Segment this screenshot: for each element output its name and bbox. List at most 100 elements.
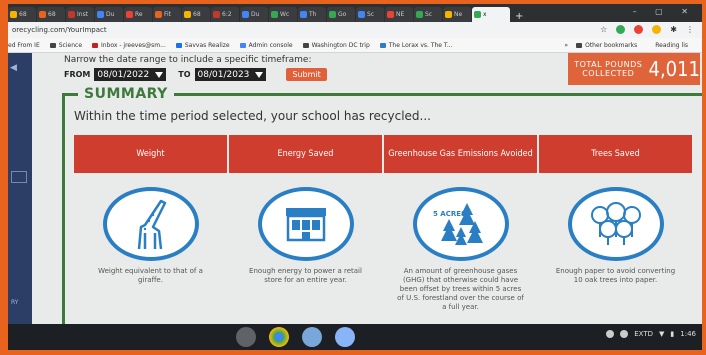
toolbar-icons: ☆ ✱ ⋮	[600, 25, 694, 34]
tab-favicon-icon	[39, 11, 46, 18]
launcher-icon[interactable]	[236, 327, 256, 347]
system-tray[interactable]: EXTD ▼ ▮ 1:46	[606, 330, 696, 338]
total-label-line2: COLLECTED	[582, 69, 635, 78]
tab-favicon-icon	[358, 11, 365, 18]
page-icon	[379, 42, 386, 48]
bookmark[interactable]: Washington DC trip	[302, 42, 370, 49]
ime-indicator[interactable]: EXTD	[634, 330, 653, 338]
tab-label: Sc	[367, 11, 375, 18]
impact-card-trees: Trees Saved Enough paper to avoid conver…	[539, 135, 692, 312]
browser-tab[interactable]: Re	[124, 7, 152, 22]
to-date-value: 08/01/2023	[197, 69, 250, 80]
bookmark[interactable]: Inbox - jreeves@sm...	[92, 42, 166, 49]
folder-icon	[49, 42, 56, 48]
date-range-instruction: Narrow the date range to include a speci…	[64, 55, 312, 65]
tab-favicon-icon	[474, 11, 481, 18]
tab-favicon-icon	[10, 11, 17, 18]
bookmark[interactable]: Savvas Realize	[175, 42, 230, 49]
tab-favicon-icon	[445, 11, 452, 18]
browser-tab[interactable]: Ne	[443, 7, 471, 22]
card-heading: Weight	[74, 135, 227, 173]
browser-tab[interactable]: NE	[385, 7, 413, 22]
bookmark-label: Admin console	[248, 41, 293, 49]
browser-tab[interactable]: Sc	[356, 7, 384, 22]
bookmark-label: Other bookmarks	[585, 41, 638, 49]
tab-favicon-icon	[329, 11, 336, 18]
to-label: TO	[178, 70, 191, 79]
tab-favicon-icon	[271, 11, 278, 18]
browser-tab-active[interactable]: x	[472, 7, 510, 22]
from-date-value: 08/01/2022	[97, 69, 150, 80]
nav-box[interactable]	[11, 171, 27, 183]
browser-tab[interactable]: Th	[298, 7, 326, 22]
chevron-down-icon	[155, 71, 164, 78]
tab-label: Ne	[454, 11, 463, 18]
bookmark[interactable]: Admin console	[239, 41, 293, 49]
bookmark[interactable]: The Lorax vs. The T...	[379, 42, 453, 49]
from-date-select[interactable]: 08/01/2022	[94, 68, 167, 81]
screen-capture-icon[interactable]	[606, 330, 615, 338]
window-controls[interactable]: – ▢ ✕	[633, 7, 696, 16]
star-icon[interactable]: ☆	[600, 25, 607, 34]
bookmark[interactable]: ed From IE	[8, 42, 40, 49]
impact-card-greenhouse: Greenhouse Gas Emissions Avoided 5 ACRES…	[384, 135, 537, 312]
browser-tab[interactable]: Inst	[66, 7, 94, 22]
app-dock	[236, 327, 355, 347]
puzzle-icon[interactable]: ✱	[670, 25, 677, 34]
extension-icon[interactable]	[616, 25, 626, 34]
to-date-select[interactable]: 08/01/2023	[194, 68, 267, 81]
battery-icon: ▮	[670, 330, 675, 338]
app-icon[interactable]	[335, 327, 355, 347]
card-description: Enough paper to avoid converting 10 oak …	[555, 267, 676, 284]
tab-favicon-icon	[387, 11, 394, 18]
page-content: ◀ RY Narrow the date range to include a …	[8, 53, 702, 336]
url-text[interactable]: orecycling.com/YourImpact	[12, 26, 107, 34]
savvas-icon	[175, 42, 182, 48]
tab-label: Wc	[280, 11, 290, 18]
wifi-icon: ▼	[659, 330, 665, 338]
menu-icon[interactable]: ⋮	[686, 25, 694, 34]
browser-tab[interactable]: Sc	[414, 7, 442, 22]
os-shelf: EXTD ▼ ▮ 1:46	[8, 324, 702, 350]
browser-tab[interactable]: Wc	[269, 7, 297, 22]
chrome-icon[interactable]	[269, 327, 289, 347]
browser-tab[interactable]: 68	[37, 7, 65, 22]
browser-tab[interactable]: Fit	[153, 7, 181, 22]
tab-label: 68	[19, 11, 27, 18]
tab-close-icon[interactable]: x	[483, 11, 487, 18]
folder-icon	[302, 42, 309, 48]
browser-tab[interactable]: 68	[8, 7, 36, 22]
chevron-down-icon	[255, 71, 264, 78]
clock: 1:46	[680, 330, 696, 338]
bookmark[interactable]: Reading lis	[655, 42, 688, 49]
files-icon[interactable]	[302, 327, 322, 347]
new-tab-button[interactable]: +	[515, 11, 523, 22]
extension-icon[interactable]	[652, 25, 662, 34]
browser-tab[interactable]: Du	[95, 7, 123, 22]
bookmark-label: ed From IE	[8, 41, 40, 49]
tab-favicon-icon	[68, 11, 75, 18]
card-heading: Greenhouse Gas Emissions Avoided	[384, 135, 537, 173]
tab-label: Fit	[164, 11, 172, 18]
back-arrow-icon[interactable]: ◀	[10, 63, 17, 73]
card-description: Enough energy to power a retail store fo…	[249, 267, 362, 284]
browser-tab[interactable]: 6:2	[211, 7, 239, 22]
bookmarks-overflow[interactable]: »	[564, 42, 568, 49]
tab-favicon-icon	[126, 11, 133, 18]
date-range-row: FROM 08/01/2022 TO 08/01/2023 Submit	[64, 68, 327, 81]
summary-title: SUMMARY	[78, 86, 174, 102]
submit-button[interactable]: Submit	[286, 68, 327, 81]
tab-favicon-icon	[213, 11, 220, 18]
folder-icon	[576, 42, 583, 48]
bookmark[interactable]: Science	[49, 42, 82, 49]
bookmark[interactable]: Other bookmarks	[576, 42, 637, 49]
extension-icon[interactable]	[634, 25, 644, 34]
browser-tab[interactable]: Du	[240, 7, 268, 22]
tab-label: NE	[396, 11, 405, 18]
address-bar[interactable]: orecycling.com/YourImpact ☆ ✱ ⋮	[8, 22, 702, 38]
browser-tab[interactable]: Go	[327, 7, 355, 22]
bookmarks-bar: ed From IE Science Inbox - jreeves@sm...…	[8, 38, 702, 53]
card-heading: Energy Saved	[229, 135, 382, 173]
browser-tab[interactable]: 68	[182, 7, 210, 22]
tab-label: Sc	[425, 11, 433, 18]
